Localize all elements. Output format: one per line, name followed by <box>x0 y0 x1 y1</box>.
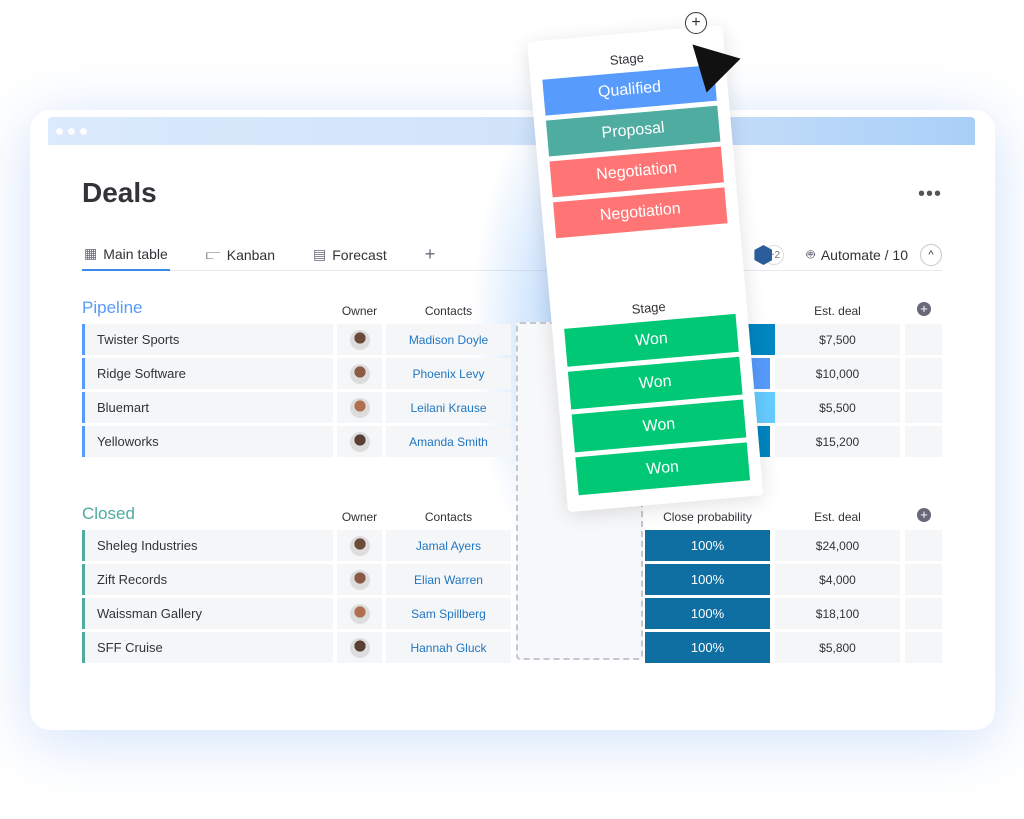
item-name[interactable]: Sheleg Industries <box>82 530 333 561</box>
column-header-contacts: Contacts <box>424 304 473 318</box>
avatar <box>349 569 370 590</box>
empty-cell <box>905 392 942 423</box>
column-header-est-deal: Est. deal <box>814 510 861 524</box>
owner-cell[interactable] <box>337 324 382 355</box>
est-deal-cell[interactable]: $4,000 <box>775 564 900 595</box>
contact-link[interactable]: Elian Warren <box>386 564 511 595</box>
contact-link[interactable]: Phoenix Levy <box>386 358 511 389</box>
owner-cell[interactable] <box>337 530 382 561</box>
close-probability-cell[interactable]: 100% <box>645 564 770 595</box>
empty-cell <box>905 426 942 457</box>
contact-link[interactable]: Amanda Smith <box>386 426 511 457</box>
add-view-button[interactable]: + <box>423 239 438 271</box>
item-name[interactable]: Ridge Software <box>82 358 333 389</box>
close-probability-cell[interactable]: 100% <box>645 530 770 561</box>
contact-link[interactable]: Sam Spillberg <box>386 598 511 629</box>
est-deal-cell[interactable]: $15,200 <box>775 426 900 457</box>
empty-cell <box>905 324 942 355</box>
members[interactable]: +2 <box>754 245 785 265</box>
avatar <box>349 363 370 384</box>
empty-cell <box>905 598 942 629</box>
owner-cell[interactable] <box>337 632 382 663</box>
tab-main-table[interactable]: ▦ Main table <box>82 239 170 271</box>
tab-forecast[interactable]: ▤ Forecast <box>311 239 389 271</box>
item-name[interactable]: Twister Sports <box>82 324 333 355</box>
item-name[interactable]: SFF Cruise <box>82 632 333 663</box>
est-deal-cell[interactable]: $10,000 <box>775 358 900 389</box>
owner-cell[interactable] <box>337 392 382 423</box>
est-deal-cell[interactable]: $18,100 <box>775 598 900 629</box>
est-deal-cell[interactable]: $5,500 <box>775 392 900 423</box>
collapse-button[interactable]: ^ <box>920 244 942 266</box>
group-title[interactable]: Pipeline <box>82 298 143 318</box>
empty-cell <box>905 358 942 389</box>
est-deal-cell[interactable]: $5,800 <box>775 632 900 663</box>
stage-chip-won: Won <box>575 442 751 496</box>
item-name[interactable]: Yelloworks <box>82 426 333 457</box>
avatar <box>349 329 370 350</box>
owner-cell[interactable] <box>337 426 382 457</box>
add-cursor-icon: + <box>685 12 707 34</box>
more-menu-button[interactable]: ••• <box>918 183 942 206</box>
column-header-close-probability: Close probability <box>663 510 752 524</box>
avatar <box>349 535 370 556</box>
item-name[interactable]: Waissman Gallery <box>82 598 333 629</box>
close-probability-cell[interactable]: 100% <box>645 632 770 663</box>
automate-label: Automate / 10 <box>820 247 908 263</box>
tab-label: Forecast <box>332 246 387 263</box>
add-column-icon[interactable]: + <box>917 508 931 522</box>
avatar <box>349 397 370 418</box>
close-probability-cell[interactable]: 100% <box>645 598 770 629</box>
chart-icon: ▤ <box>313 246 327 262</box>
item-name[interactable]: Bluemart <box>82 392 333 423</box>
table-icon: ▦ <box>84 245 98 261</box>
avatar <box>349 603 370 624</box>
tab-label: Main table <box>103 245 168 262</box>
empty-cell <box>905 530 942 561</box>
page-title: Deals <box>82 177 157 208</box>
avatar <box>349 637 370 658</box>
column-header-owner: Owner <box>341 304 378 318</box>
automate-button[interactable]: 🤖︎ Automate / 10 <box>806 245 908 265</box>
dragged-stage-column[interactable]: Stage Qualified Proposal Negotiation Negoti… <box>527 24 764 513</box>
empty-cell <box>905 632 942 663</box>
contact-link[interactable]: Leilani Krause <box>386 392 511 423</box>
add-column-icon[interactable]: + <box>917 302 931 316</box>
avatar <box>349 431 370 452</box>
contact-link[interactable]: Hannah Gluck <box>386 632 511 663</box>
est-deal-cell[interactable]: $24,000 <box>775 530 900 561</box>
item-name[interactable]: Zift Records <box>82 564 333 595</box>
est-deal-cell[interactable]: $7,500 <box>775 324 900 355</box>
contact-link[interactable]: Madison Doyle <box>386 324 511 355</box>
kanban-icon: ⫍ <box>205 246 221 262</box>
tab-kanban[interactable]: ⫍ Kanban <box>204 239 277 271</box>
column-header-est-deal: Est. deal <box>814 304 861 318</box>
owner-cell[interactable] <box>337 598 382 629</box>
empty-cell <box>905 564 942 595</box>
tab-label: Kanban <box>226 246 276 263</box>
column-header-owner: Owner <box>341 510 378 524</box>
owner-cell[interactable] <box>337 564 382 595</box>
contact-link[interactable]: Jamal Ayers <box>386 530 511 561</box>
robot-icon: 🤖︎ <box>806 246 815 262</box>
column-header-contacts: Contacts <box>424 510 473 524</box>
owner-cell[interactable] <box>337 358 382 389</box>
